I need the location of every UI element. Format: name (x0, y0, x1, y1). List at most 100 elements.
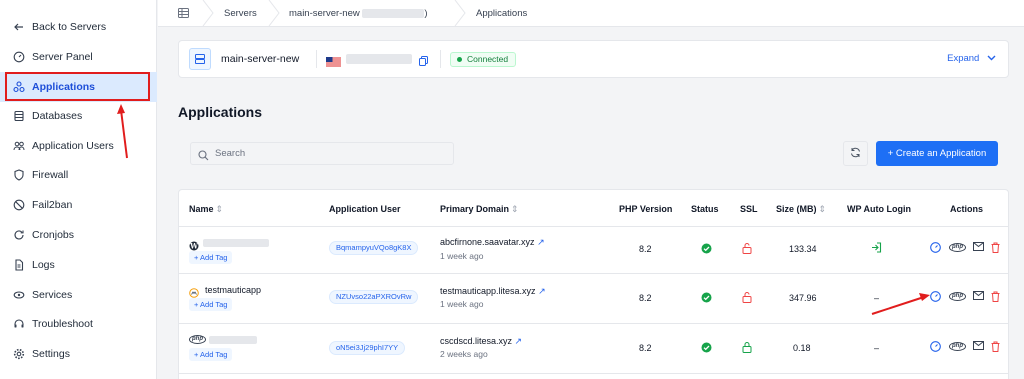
created-time: 2 weeks ago (440, 349, 488, 359)
app-user-pill[interactable]: NZUvso22aPXROvRw (329, 290, 419, 304)
refresh-button[interactable] (843, 141, 868, 166)
sidebar-item-label: Application Users (32, 140, 114, 152)
file-icon (12, 259, 25, 272)
domain-text: cscdscd.litesa.xyz (440, 336, 513, 346)
refresh-icon (850, 145, 861, 163)
status-ok-icon (701, 292, 712, 303)
gauge-icon (12, 51, 25, 64)
col-header-label: Primary Domain (440, 204, 510, 214)
breadcrumb-server[interactable]: main-server-new ) (289, 8, 428, 19)
created-time: 1 week ago (440, 299, 484, 309)
divider (179, 373, 1008, 374)
server-name: main-server-new (221, 53, 300, 65)
sort-icon: ⇕ (215, 204, 224, 214)
trash-icon[interactable] (991, 242, 1000, 253)
col-header-autologin: WP Auto Login (847, 204, 911, 214)
domain-text: testmauticapp.litesa.xyz (440, 286, 536, 296)
sort-icon: ⇕ (818, 204, 827, 214)
mail-icon[interactable] (973, 341, 984, 350)
expand-button[interactable]: Expand (947, 53, 996, 64)
col-header-size[interactable]: Size (MB) ⇕ (776, 204, 826, 215)
sidebar-item-fail2ban[interactable]: Fail2ban (0, 190, 157, 220)
table-icon (178, 8, 189, 21)
sidebar-item-application-users[interactable]: Application Users (0, 131, 157, 161)
sidebar-item-settings[interactable]: Settings (0, 339, 157, 369)
sidebar-item-firewall[interactable]: Firewall (0, 160, 157, 190)
col-header-label: Size (MB) (776, 204, 817, 214)
breadcrumb: Servers main-server-new ) Applications (158, 0, 1024, 27)
auto-login-icon[interactable] (871, 242, 882, 253)
svg-text:W: W (189, 242, 198, 251)
trash-icon[interactable] (991, 341, 1000, 352)
dashboard-icon[interactable] (930, 341, 941, 352)
php-version: 8.2 (639, 244, 652, 254)
app-name[interactable]: testmauticapp (205, 285, 261, 295)
domain-link[interactable]: abcfirnone.saavatar.xyz ↗ (440, 237, 545, 248)
col-header-domain[interactable]: Primary Domain ⇕ (440, 204, 519, 215)
sidebar-item-services[interactable]: Services (0, 280, 157, 310)
ssl-locked-icon[interactable] (742, 341, 752, 353)
status-ok-icon (701, 342, 712, 353)
search-input[interactable]: Search (190, 142, 454, 165)
trash-icon[interactable] (991, 291, 1000, 302)
col-header-ssl: SSL (740, 204, 758, 214)
server-icon (189, 48, 211, 70)
sidebar: Back to Servers Server Panel Application… (0, 0, 157, 379)
create-application-button[interactable]: + Create an Application (876, 141, 998, 166)
mail-icon[interactable] (973, 242, 984, 251)
created-time: 1 week ago (440, 251, 484, 261)
sidebar-item-server-panel[interactable]: Server Panel (0, 42, 157, 72)
sidebar-item-label: Troubleshoot (32, 318, 93, 330)
sidebar-item-troubleshoot[interactable]: Troubleshoot (0, 309, 157, 339)
col-header-name[interactable]: Name ⇕ (189, 204, 223, 215)
sidebar-item-logs[interactable]: Logs (0, 250, 157, 280)
php-settings-icon[interactable]: php (949, 292, 966, 301)
app-size: 0.18 (793, 343, 811, 353)
services-icon (12, 289, 25, 302)
sidebar-item-back[interactable]: Back to Servers (0, 12, 157, 42)
divider (179, 323, 1008, 324)
php-settings-icon[interactable]: php (949, 342, 966, 351)
domain-link[interactable]: cscdscd.litesa.xyz ↗ (440, 336, 522, 347)
chevron-down-icon (982, 53, 996, 64)
app-size: 347.96 (789, 293, 817, 303)
breadcrumb-separator (202, 0, 214, 26)
refresh-icon (12, 229, 25, 242)
copy-icon[interactable] (419, 53, 428, 71)
sidebar-item-cronjobs[interactable]: Cronjobs (0, 220, 157, 250)
external-link-icon: ↗ (537, 237, 545, 247)
dashboard-icon[interactable] (930, 242, 941, 253)
sidebar-item-label: Server Panel (32, 51, 93, 63)
add-tag-button[interactable]: + Add Tag (189, 251, 233, 264)
redacted-app-name (203, 239, 269, 247)
auto-login-empty: – (874, 293, 880, 303)
sidebar-item-label: Logs (32, 259, 55, 271)
expand-label: Expand (947, 53, 980, 64)
mail-icon[interactable] (973, 291, 984, 300)
breadcrumb-server-suffix: ) (424, 8, 428, 19)
php-settings-icon[interactable]: php (949, 243, 966, 252)
redacted-ip (346, 54, 412, 64)
col-header-label: Name (189, 204, 214, 214)
breadcrumb-servers[interactable]: Servers (224, 8, 257, 19)
status-badge: Connected (450, 52, 517, 67)
server-card: main-server-new Connected Expand (178, 40, 1009, 78)
external-link-icon: ↗ (538, 286, 546, 296)
domain-link[interactable]: testmauticapp.litesa.xyz ↗ (440, 286, 546, 297)
ban-icon (12, 199, 25, 212)
divider (179, 226, 1008, 227)
ssl-unlocked-icon[interactable] (742, 242, 752, 254)
sidebar-item-databases[interactable]: Databases (0, 101, 157, 131)
auto-login-empty: – (874, 343, 880, 353)
app-user-pill[interactable]: BqmampyuVQo8gK8X (329, 241, 419, 255)
app-user-pill[interactable]: oN5ei3Jj29phI7YY (329, 341, 406, 355)
add-tag-button[interactable]: + Add Tag (189, 348, 233, 361)
dashboard-icon[interactable] (930, 291, 941, 302)
sidebar-item-label: Services (32, 289, 73, 301)
breadcrumb-server-name: main-server-new (289, 8, 360, 19)
ssl-unlocked-icon[interactable] (742, 291, 752, 303)
arrow-left-icon (12, 21, 25, 34)
add-tag-button[interactable]: + Add Tag (189, 298, 233, 311)
php-version: 8.2 (639, 293, 652, 303)
sidebar-item-label: Cronjobs (32, 229, 75, 241)
